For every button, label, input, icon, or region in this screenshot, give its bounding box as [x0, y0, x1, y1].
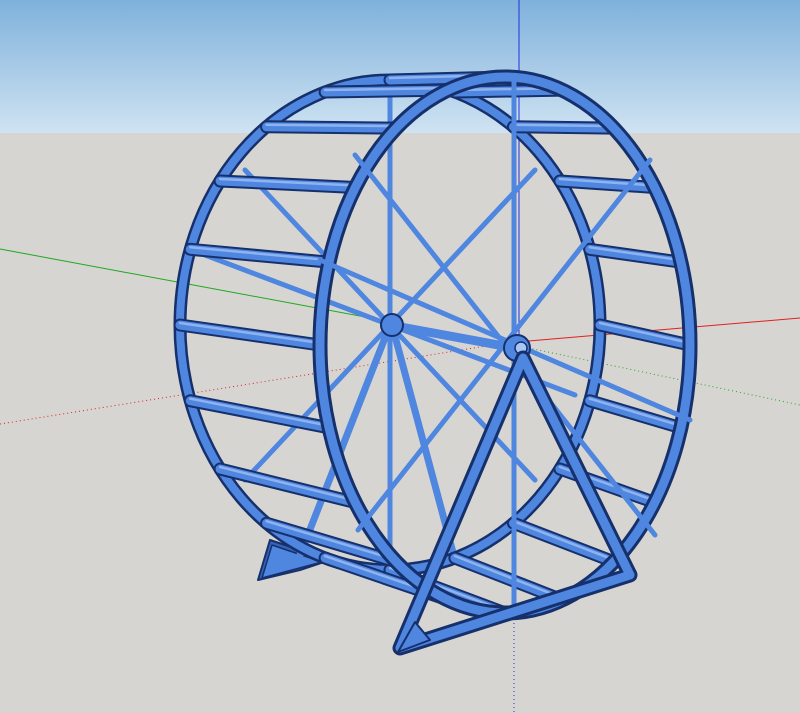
- 3d-scene[interactable]: [0, 0, 800, 713]
- back-hub: [380, 313, 404, 337]
- rung-highlight: [512, 123, 615, 128]
- sky: [0, 0, 800, 133]
- modeling-viewport[interactable]: [0, 0, 800, 713]
- rung-highlight: [265, 123, 398, 128]
